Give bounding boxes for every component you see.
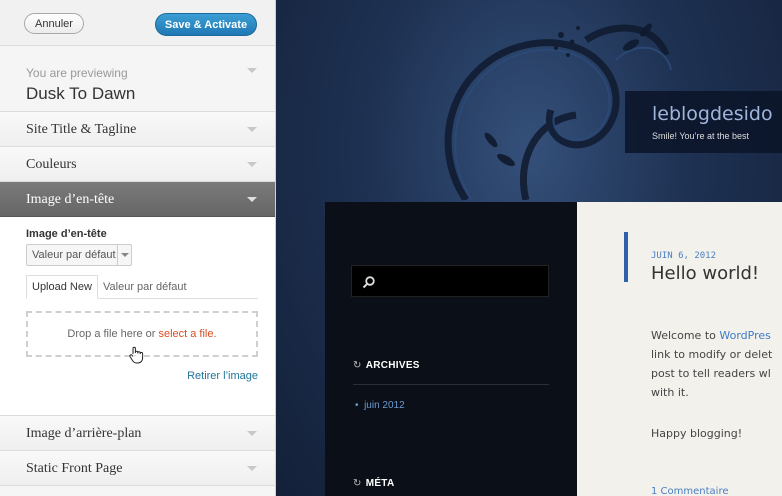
widget-archives-title: ↻ ARCHIVES — [353, 360, 420, 371]
chevron-down-icon — [247, 68, 257, 73]
customizer-topbar: Annuler Save & Activate — [0, 0, 275, 46]
section-label: Site Title & Tagline — [26, 122, 137, 137]
post-text: Happy blogging! — [651, 427, 743, 440]
upload-tabs: Upload New Valeur par défaut — [26, 275, 258, 299]
widget-meta-title: ↻ MÉTA — [353, 478, 394, 489]
tab-upload-new[interactable]: Upload New — [26, 275, 98, 299]
chevron-down-icon — [247, 431, 257, 436]
sidebar-widgets: ↻ ARCHIVES • juin 2012 ↻ MÉTA — [325, 202, 577, 496]
chevron-down-icon — [247, 127, 257, 132]
spiral-icon: ↻ — [353, 360, 362, 371]
widget-divider — [353, 384, 549, 385]
post-content: JUIN 6, 2012 Hello world! Welcome to Wor… — [577, 202, 782, 496]
spiral-icon: ↻ — [353, 478, 362, 489]
post-text: post to tell readers wl — [651, 367, 771, 380]
tab-default[interactable]: Valeur par défaut — [98, 275, 192, 299]
chevron-down-icon — [247, 466, 257, 471]
site-header-box: leblogdesido Smile! You’re at the best — [625, 91, 782, 153]
post-date[interactable]: JUIN 6, 2012 — [651, 251, 716, 261]
post-text: Welcome to — [651, 329, 716, 342]
drop-text: Drop a file here or — [67, 328, 156, 340]
header-image-select[interactable]: Valeur par défaut — [26, 244, 132, 266]
theme-preview-info[interactable]: You are previewing Dusk To Dawn — [0, 46, 275, 112]
archive-link[interactable]: • juin 2012 — [355, 400, 405, 411]
customizer-sidebar: Annuler Save & Activate You are previewi… — [0, 0, 276, 496]
section-background-image[interactable]: Image d’arrière-plan — [0, 416, 275, 451]
site-preview[interactable]: leblogdesido Smile! You’re at the best ↻… — [276, 0, 782, 496]
section-site-title[interactable]: Site Title & Tagline — [0, 112, 275, 147]
theme-name: Dusk To Dawn — [26, 84, 136, 103]
header-image-panel: Image d’en-tête Valeur par défaut Upload… — [0, 217, 275, 416]
search-input[interactable] — [351, 265, 549, 297]
site-description: Smile! You’re at the best — [652, 131, 750, 141]
preview-label: You are previewing — [26, 66, 128, 80]
comments-link[interactable]: 1 Commentaire — [651, 486, 729, 496]
remove-image-link[interactable]: Retirer l’image — [187, 370, 258, 382]
section-label: Image d’arrière-plan — [26, 426, 142, 441]
search-icon — [362, 276, 375, 289]
select-value: Valeur par défaut — [32, 249, 116, 261]
section-header-image[interactable]: Image d’en-tête — [0, 182, 275, 217]
section-label: Couleurs — [26, 157, 77, 172]
chevron-down-icon — [247, 162, 257, 167]
chevron-down-icon — [117, 245, 131, 265]
post-title[interactable]: Hello world! — [651, 263, 759, 284]
chevron-down-icon — [247, 197, 257, 202]
post-body: Welcome to WordPres link to modify or de… — [651, 326, 772, 402]
cancel-button[interactable]: Annuler — [24, 13, 84, 34]
section-static-front-page[interactable]: Static Front Page — [0, 451, 275, 486]
panel-title: Image d’en-tête — [26, 228, 107, 240]
post-accent-bar — [624, 232, 628, 282]
widget-title-text: ARCHIVES — [365, 360, 420, 371]
section-colors[interactable]: Couleurs — [0, 147, 275, 182]
hand-cursor-icon — [129, 346, 144, 364]
select-file-link[interactable]: select a file. — [158, 328, 216, 340]
site-title[interactable]: leblogdesido — [652, 103, 773, 125]
section-label: Static Front Page — [26, 461, 123, 476]
post-text: link to modify or delet — [651, 348, 773, 361]
section-label: Image d’en-tête — [26, 192, 115, 207]
archive-link-text[interactable]: juin 2012 — [364, 400, 405, 411]
save-activate-button[interactable]: Save & Activate — [155, 13, 257, 36]
widget-title-text: MÉTA — [365, 478, 395, 489]
post-text: with it. — [651, 386, 689, 399]
wordpress-link[interactable]: WordPres — [719, 329, 771, 342]
